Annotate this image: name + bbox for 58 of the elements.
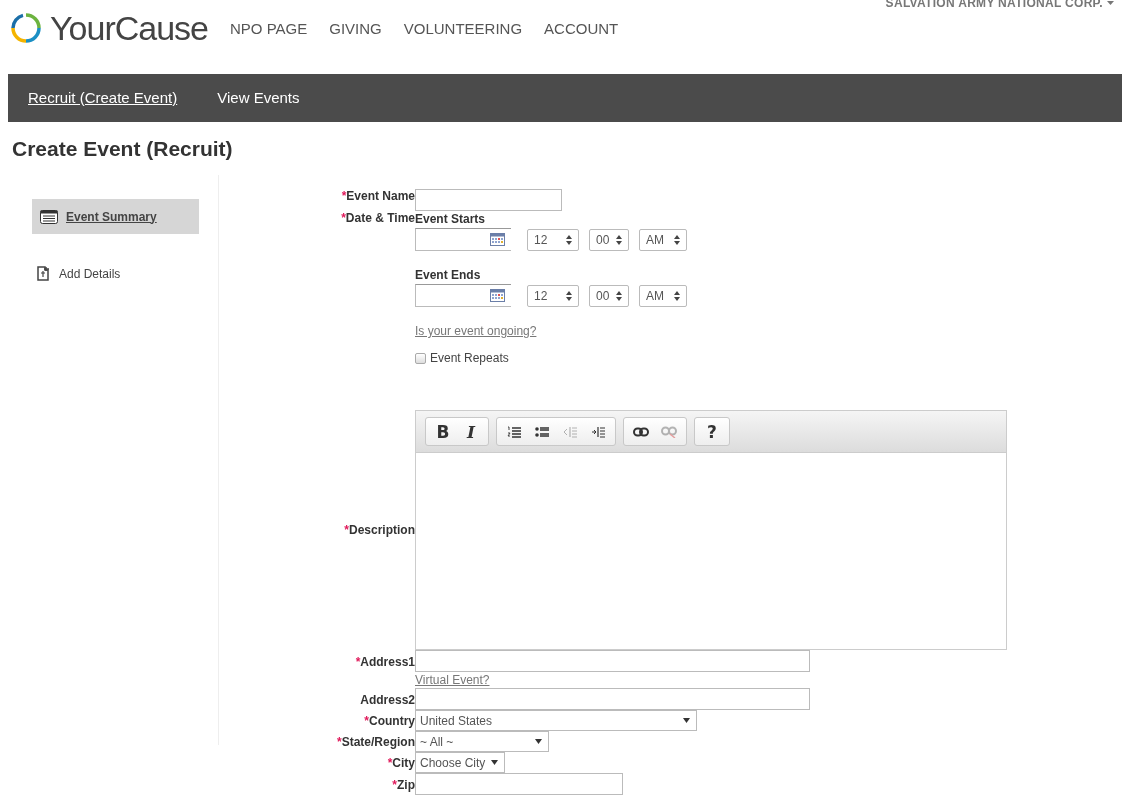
select-field[interactable]: ~ All ~	[415, 731, 549, 752]
page-title: Create Event (Recruit)	[11, 136, 234, 162]
date-field[interactable]	[415, 284, 511, 307]
text-field[interactable]	[415, 650, 810, 672]
nav-link[interactable]: GIVING	[329, 20, 382, 38]
logo-text: YourCause	[50, 8, 208, 48]
checkbox[interactable]	[415, 352, 426, 364]
field-label: *State/Region	[336, 735, 415, 751]
field-label: *City	[386, 756, 415, 772]
up-down-arrows-icon	[674, 234, 680, 245]
up-down-arrows-icon	[674, 290, 680, 301]
ongoing-link[interactable]: Is your event ongoing?	[415, 323, 537, 339]
up-down-arrows-icon	[566, 234, 572, 245]
field-label: Address2	[359, 693, 415, 709]
time-select[interactable]: 00	[589, 284, 629, 307]
logo-ring-icon	[10, 12, 42, 44]
field-label: Event Starts	[415, 211, 486, 227]
field-label: *Date & Time	[340, 211, 415, 226]
toolbar-button[interactable]: I	[457, 419, 485, 444]
list-icon	[40, 209, 58, 224]
text-editor[interactable]: B I ?	[415, 410, 1007, 650]
field-label: *Country	[363, 714, 415, 730]
field-label: *Event Name	[340, 189, 415, 205]
time-select[interactable]: AM	[639, 228, 687, 251]
time-select[interactable]: 12	[527, 228, 579, 251]
select-field[interactable]: United States	[415, 710, 697, 731]
checkbox-label: Event Repeats	[430, 351, 509, 365]
select-field[interactable]: Choose City	[415, 752, 505, 773]
nav-tab[interactable]: Recruit (Create Event)	[28, 89, 178, 107]
calendar-icon[interactable]	[490, 289, 505, 302]
nav-link[interactable]: NPO PAGE	[230, 20, 308, 38]
field-label: *Zip	[391, 778, 415, 794]
up-down-arrows-icon	[566, 290, 572, 301]
nav-tab[interactable]: View Events	[217, 89, 300, 107]
caret-icon	[491, 760, 498, 765]
text-field[interactable]	[415, 773, 623, 795]
event-name-field[interactable]	[415, 189, 562, 211]
add-page-icon	[37, 266, 51, 281]
caret-icon	[535, 739, 542, 744]
caret-icon[interactable]	[1107, 1, 1114, 5]
field-label: *Description	[343, 522, 415, 538]
up-down-arrows-icon	[616, 234, 622, 245]
caret-icon	[683, 718, 690, 723]
time-select[interactable]: 12	[527, 284, 579, 307]
sidebar-item[interactable]: Add Details	[32, 256, 199, 291]
date-field[interactable]	[415, 228, 511, 251]
toolbar-button[interactable]: B	[429, 419, 457, 444]
time-select[interactable]: AM	[639, 284, 687, 307]
nav-link[interactable]: VOLUNTEERING	[403, 20, 523, 38]
field-label: Event Ends	[415, 267, 481, 283]
virtual-event-link[interactable]: Virtual Event?	[415, 672, 490, 688]
nav-link[interactable]: ACCOUNT	[544, 20, 619, 38]
calendar-icon[interactable]	[490, 233, 505, 246]
field-label: *Address1	[354, 655, 415, 671]
time-select[interactable]: 00	[589, 228, 629, 251]
sidebar-item[interactable]: Event Summary	[32, 199, 199, 234]
up-down-arrows-icon	[616, 290, 622, 301]
text-field[interactable]	[415, 688, 810, 710]
